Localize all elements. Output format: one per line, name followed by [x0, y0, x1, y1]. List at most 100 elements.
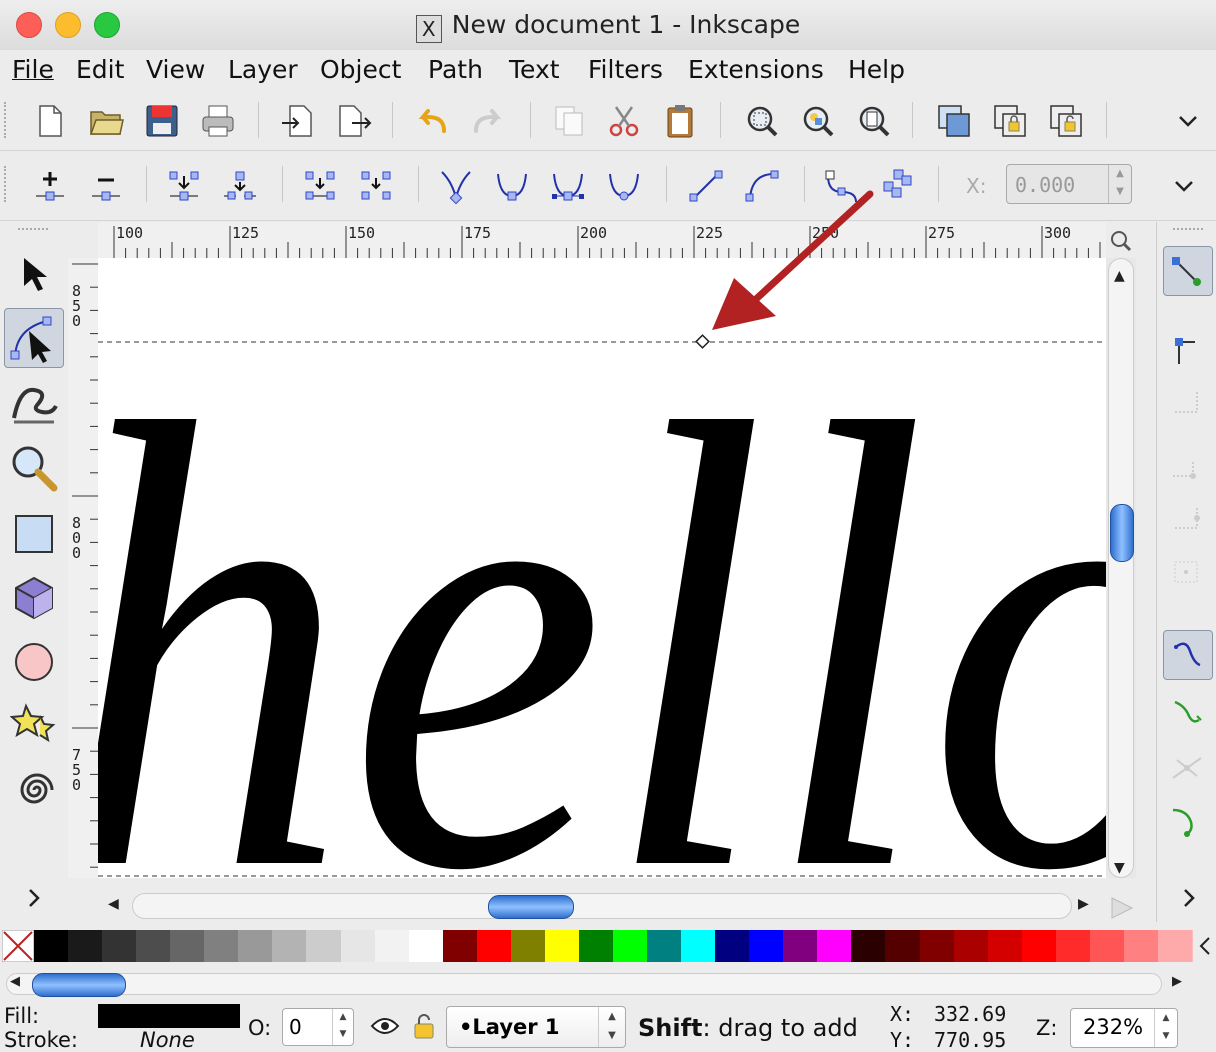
unlink-clone-icon[interactable] — [1048, 103, 1084, 139]
undo-icon[interactable] — [414, 103, 450, 139]
color-swatch[interactable] — [136, 930, 172, 962]
color-swatch[interactable] — [374, 930, 410, 962]
color-swatch[interactable] — [306, 930, 342, 962]
join-nodes-icon[interactable] — [166, 168, 202, 204]
toolbar-grip[interactable] — [1173, 228, 1203, 230]
snap-bbox-midpoint-icon[interactable] — [1167, 498, 1207, 538]
lock-icon[interactable] — [412, 1012, 436, 1040]
menu-filters[interactable]: Filters — [588, 55, 663, 84]
toolbox-grip[interactable] — [18, 228, 48, 230]
color-swatch[interactable] — [817, 930, 853, 962]
spiral-tool-icon[interactable] — [10, 766, 58, 814]
color-swatch[interactable] — [34, 930, 70, 962]
scroll-thumb[interactable] — [488, 895, 574, 919]
color-swatch[interactable] — [885, 930, 921, 962]
color-swatch[interactable] — [442, 930, 478, 962]
symmetric-node-icon[interactable] — [550, 168, 586, 204]
hello-text-path[interactable]: hello — [98, 294, 1106, 878]
join-segment-icon[interactable] — [302, 168, 338, 204]
scroll-track[interactable] — [6, 973, 1162, 995]
zoom-tool-icon[interactable] — [8, 442, 60, 494]
snap-smooth-nodes-icon[interactable] — [1167, 802, 1207, 842]
color-swatch[interactable] — [919, 930, 955, 962]
color-swatch[interactable] — [1055, 930, 1091, 962]
zoom-corner-icon[interactable] — [1108, 228, 1134, 254]
snap-bbox-edge-icon[interactable] — [1167, 382, 1207, 422]
no-paint-swatch-icon[interactable] — [2, 930, 34, 962]
color-swatch[interactable] — [715, 930, 751, 962]
delete-segment-icon[interactable] — [358, 168, 394, 204]
star-tool-icon[interactable] — [10, 700, 58, 748]
delete-node-icon[interactable] — [88, 168, 124, 204]
import-icon[interactable] — [280, 103, 316, 139]
palette-scrollbar[interactable]: ◀ ▶ — [0, 968, 1196, 998]
rectangle-tool-icon[interactable] — [10, 510, 58, 558]
fill-indicator[interactable] — [98, 1004, 240, 1028]
scroll-left-icon[interactable]: ◀ — [108, 896, 119, 912]
color-swatch[interactable] — [681, 930, 717, 962]
color-swatch[interactable] — [272, 930, 308, 962]
enable-snapping-button[interactable] — [1163, 246, 1213, 296]
menu-help[interactable]: Help — [848, 55, 905, 84]
color-swatch[interactable] — [578, 930, 614, 962]
vertical-scrollbar[interactable]: ▲ ▼ — [1106, 258, 1136, 878]
color-swatch[interactable] — [987, 930, 1023, 962]
snap-bbox-icon[interactable] — [1167, 332, 1207, 372]
current-layer-dropdown[interactable]: •Layer 1 ▲ ▼ — [446, 1006, 626, 1048]
snap-nodes-button[interactable] — [1163, 630, 1213, 680]
stroke-indicator[interactable]: None — [140, 1028, 195, 1052]
color-swatch[interactable] — [408, 930, 444, 962]
node-tool-button[interactable] — [4, 308, 64, 368]
clone-icon[interactable] — [992, 103, 1028, 139]
spin-arrows-icon[interactable]: ▲ ▼ — [1108, 165, 1131, 203]
ellipse-tool-icon[interactable] — [10, 638, 58, 686]
zoom-page-icon[interactable] — [856, 103, 892, 139]
opacity-spinbox[interactable]: 0 ▲ ▼ — [282, 1008, 354, 1046]
insert-node-icon[interactable] — [32, 168, 68, 204]
chevron-right-icon[interactable] — [20, 884, 48, 912]
color-swatch[interactable] — [1123, 930, 1159, 962]
selector-tool-icon[interactable] — [12, 252, 56, 296]
chevron-down-icon[interactable] — [1170, 103, 1206, 139]
color-swatch[interactable] — [1021, 930, 1057, 962]
color-swatch[interactable] — [783, 930, 819, 962]
color-swatch[interactable] — [238, 930, 274, 962]
menu-file[interactable]: File — [12, 55, 54, 84]
zoom-selection-icon[interactable] — [744, 103, 780, 139]
menu-object[interactable]: Object — [320, 55, 401, 84]
3d-box-tool-icon[interactable] — [10, 574, 58, 622]
spin-arrows-icon[interactable]: ▲ ▼ — [1154, 1009, 1177, 1047]
cusp-node-icon[interactable] — [438, 168, 474, 204]
scroll-right-icon[interactable]: ▶ — [1172, 974, 1182, 989]
scroll-down-icon[interactable]: ▼ — [1114, 860, 1125, 876]
color-swatch[interactable] — [953, 930, 989, 962]
redo-icon[interactable] — [470, 103, 506, 139]
paste-icon[interactable] — [662, 103, 698, 139]
scroll-right-icon[interactable]: ▶ — [1078, 896, 1089, 912]
color-swatch[interactable] — [1157, 930, 1193, 962]
tweak-tool-icon[interactable] — [10, 378, 58, 426]
open-folder-icon[interactable] — [88, 103, 124, 139]
color-swatch[interactable] — [749, 930, 785, 962]
zoom-spinbox[interactable]: 232% ▲ ▼ — [1070, 1008, 1178, 1048]
spin-arrows-icon[interactable]: ▲ ▼ — [332, 1009, 353, 1045]
color-swatch[interactable] — [204, 930, 240, 962]
menu-layer[interactable]: Layer — [228, 55, 298, 84]
new-document-icon[interactable] — [32, 103, 68, 139]
snap-paths-icon[interactable] — [1167, 692, 1207, 732]
chevron-down-icon[interactable] — [1166, 168, 1202, 204]
toolbar-grip[interactable] — [4, 166, 12, 202]
menu-view[interactable]: View — [146, 55, 205, 84]
zoom-drawing-icon[interactable] — [800, 103, 836, 139]
color-swatch[interactable] — [170, 930, 206, 962]
color-swatch[interactable] — [476, 930, 512, 962]
chevron-right-icon[interactable] — [1175, 884, 1203, 912]
snap-intersection-icon[interactable] — [1167, 748, 1207, 788]
scroll-track[interactable] — [132, 893, 1072, 919]
color-swatch[interactable] — [340, 930, 376, 962]
menu-text[interactable]: Text — [509, 55, 560, 84]
save-icon[interactable] — [144, 103, 180, 139]
x-coordinate-spinbox[interactable]: 0.000 ▲ ▼ — [1006, 164, 1132, 204]
color-swatch[interactable] — [851, 930, 887, 962]
break-path-icon[interactable] — [222, 168, 258, 204]
